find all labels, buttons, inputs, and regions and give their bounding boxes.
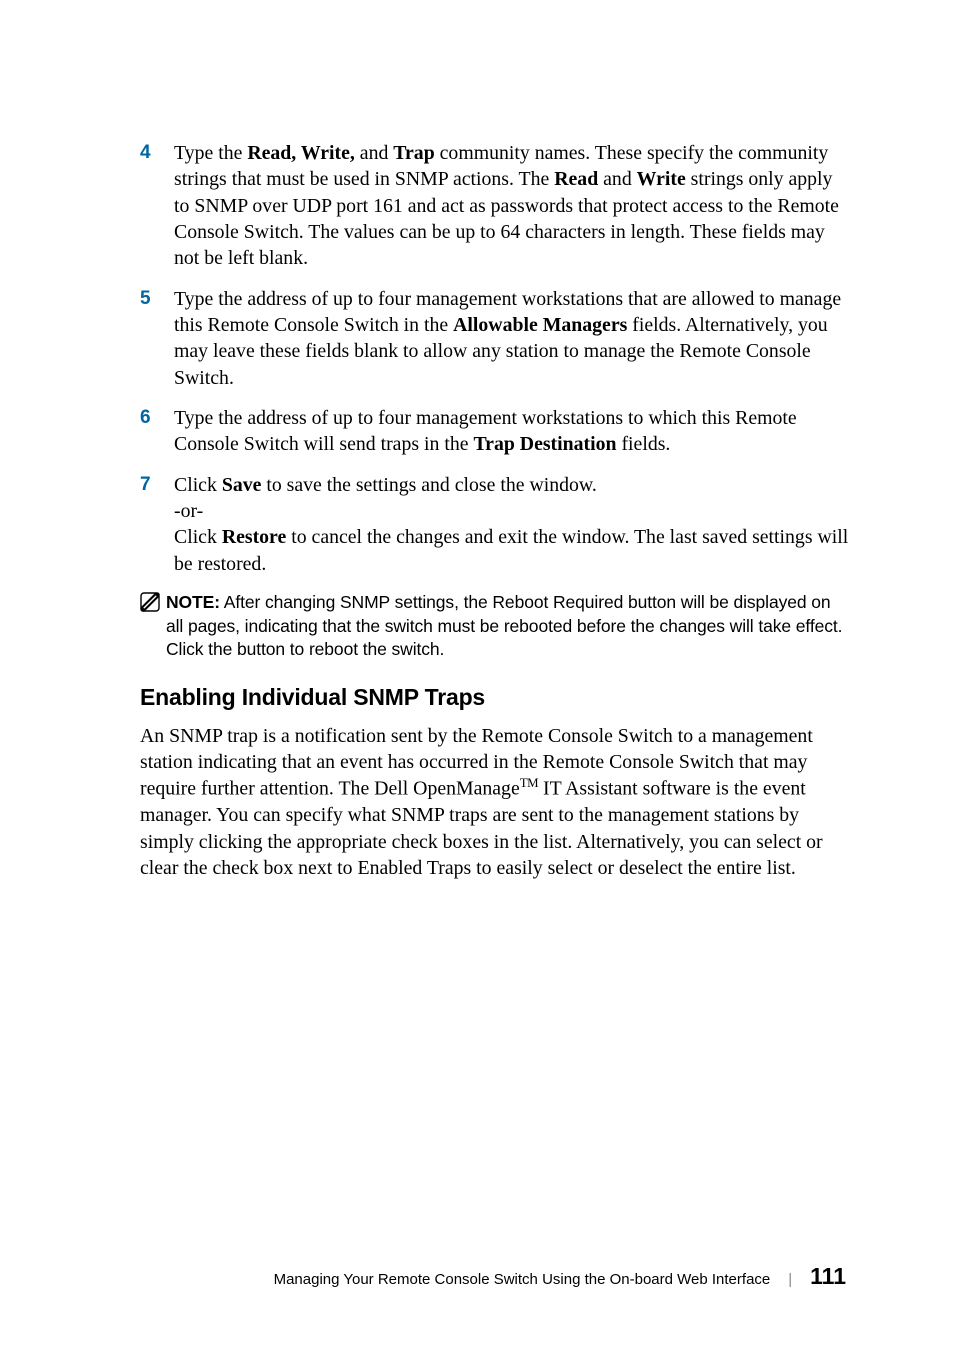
footer-separator: | [788,1271,792,1288]
text: and [598,168,636,190]
step-6: 6 Type the address of up to four managem… [140,405,849,458]
note-text: NOTE: After changing SNMP settings, the … [166,591,849,662]
document-page: 4 Type the Read, Write, and Trap communi… [0,0,954,941]
bold-text: Read, Write, [247,142,355,164]
bold-text: Read [554,168,598,190]
body-paragraph: An SNMP trap is a notification sent by t… [140,723,849,882]
step-body: Type the address of up to four managemen… [174,286,849,391]
bold-text: Write [637,168,686,190]
step-body: Click Save to save the settings and clos… [174,472,849,577]
trademark-symbol: TM [520,776,538,790]
step-number: 4 [140,140,174,272]
bold-text: Allowable Managers [453,314,627,336]
text: to save the settings and close the windo… [261,474,596,496]
text: and [355,142,393,164]
text: -or- [174,500,203,522]
note-label: NOTE: [166,592,220,612]
note-block: NOTE: After changing SNMP settings, the … [140,591,849,662]
bold-text: Trap [393,142,434,164]
section-heading: Enabling Individual SNMP Traps [140,684,849,711]
text: fields. [617,433,671,455]
step-number: 5 [140,286,174,391]
footer-title: Managing Your Remote Console Switch Usin… [274,1271,771,1288]
step-body: Type the Read, Write, and Trap community… [174,140,849,272]
step-number: 7 [140,472,174,577]
text: Click [174,474,222,496]
text: Type the [174,142,247,164]
step-4: 4 Type the Read, Write, and Trap communi… [140,140,849,272]
page-footer: Managing Your Remote Console Switch Usin… [274,1263,846,1290]
note-icon [140,591,166,612]
bold-text: Save [222,474,262,496]
step-5: 5 Type the address of up to four managem… [140,286,849,391]
step-number: 6 [140,405,174,458]
text: After changing SNMP settings, the Reboot… [166,592,842,659]
step-body: Type the address of up to four managemen… [174,405,849,458]
bold-text: Trap Destination [473,433,616,455]
page-number: 111 [810,1263,846,1290]
text: Click [174,526,222,548]
bold-text: Restore [222,526,286,548]
step-7: 7 Click Save to save the settings and cl… [140,472,849,577]
